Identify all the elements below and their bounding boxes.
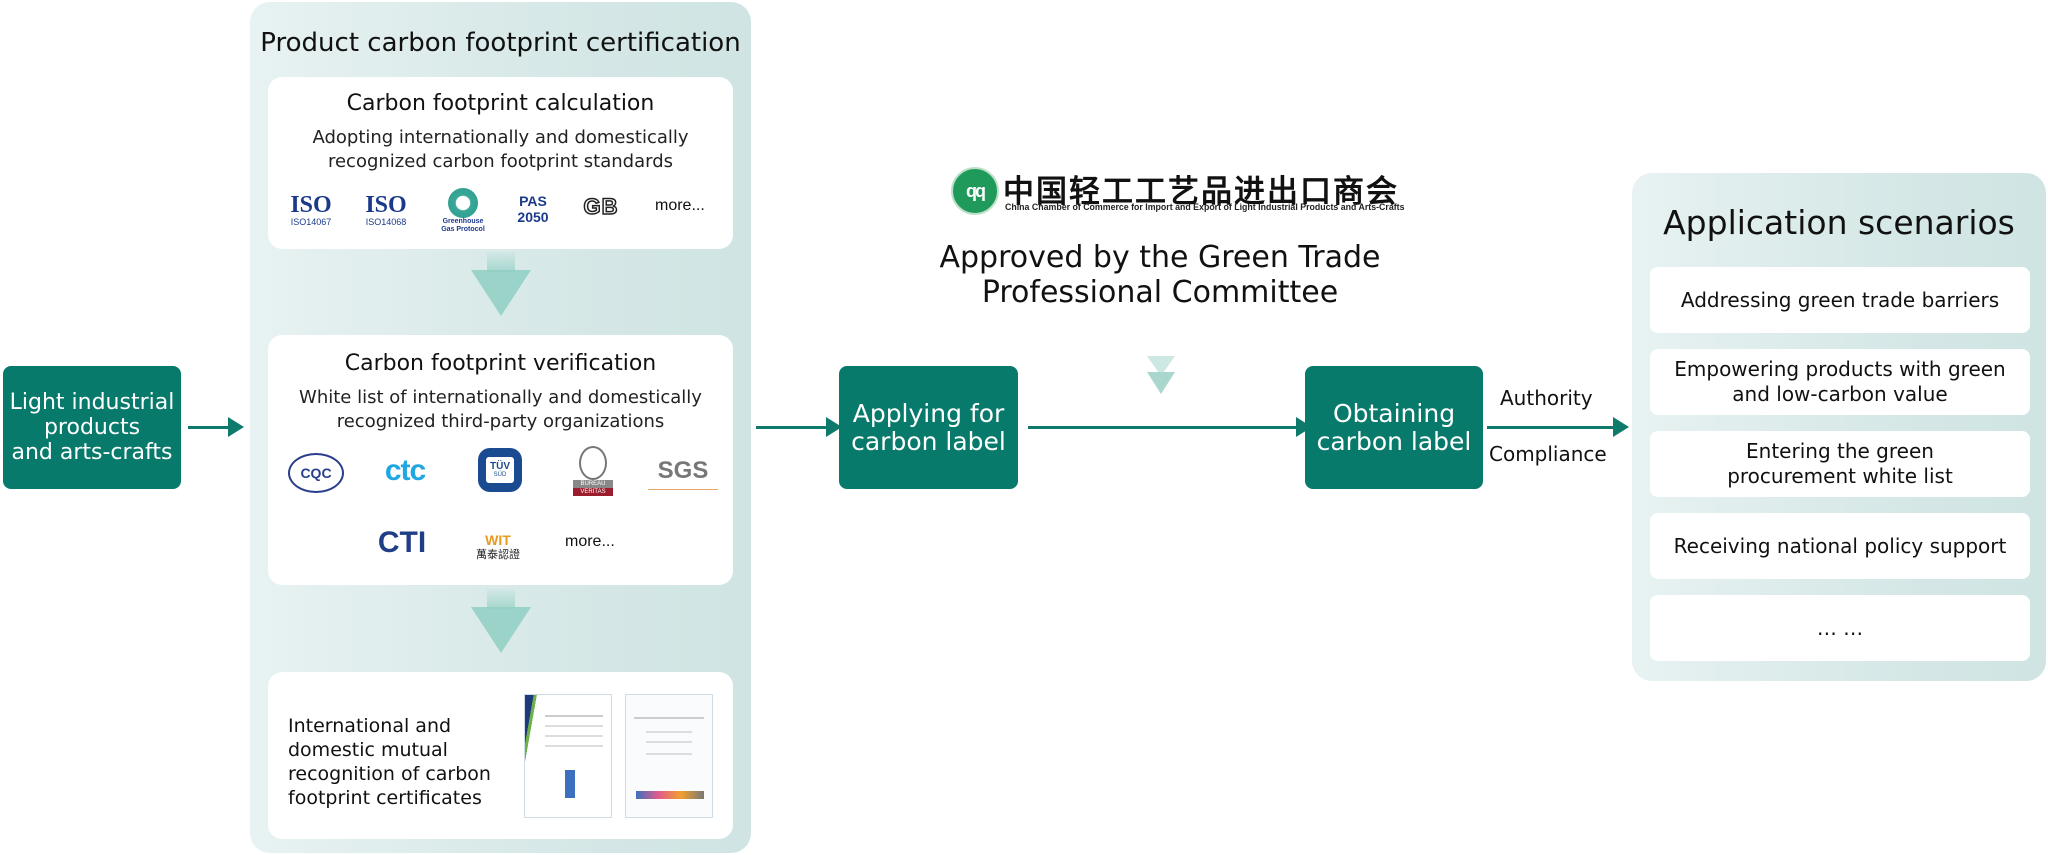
bureau-veritas-logo: BUREAU VERITAS [573, 445, 613, 497]
scenario-line: Receiving national policy support [1673, 533, 2007, 558]
wit-cn-text: 萬泰認證 [476, 549, 520, 561]
double-chevron-down-icon [1143, 356, 1179, 398]
obtaining-label-line: Obtaining [1332, 398, 1456, 428]
recognition-card: International and domestic mutual recogn… [268, 672, 733, 839]
arrow-cert-to-applying [756, 426, 828, 429]
verification-title: Carbon footprint verification [344, 351, 657, 376]
input-label-line: Light industrial [9, 390, 175, 415]
bv-bureau: BUREAU [573, 480, 613, 488]
sud-text: SÜD [493, 472, 507, 478]
subtitle-line: White list of internationally and domest… [299, 387, 702, 408]
gb-logo: GB [578, 192, 624, 222]
subtitle-line: recognized carbon footprint standards [327, 151, 674, 172]
arrow-obtaining-to-scenarios [1487, 426, 1617, 429]
obtaining-carbon-label-box: Obtaining carbon label [1305, 366, 1483, 489]
recognition-line: domestic mutual [288, 739, 448, 761]
arrow-applying-to-obtaining [1028, 426, 1298, 429]
recognition-line: footprint certificates [288, 787, 482, 809]
cti-certificate-image [524, 694, 612, 818]
approval-line: Approved by the Green Trade [939, 240, 1381, 275]
calculation-more-link[interactable]: more... [655, 197, 705, 215]
applying-label-line: Applying for [852, 398, 1005, 428]
approval-text: Approved by the Green Trade Professional… [910, 240, 1410, 310]
arrow-head-icon [1613, 417, 1629, 437]
gb-text: GB [583, 193, 619, 220]
approval-line: Professional Committee [981, 275, 1339, 310]
obtaining-label-line: carbon label [1316, 426, 1472, 456]
tuv-sud-logo: TÜV SÜD [478, 448, 522, 492]
scenario-line: Entering the green [1746, 439, 1934, 463]
ghg-ring-icon [448, 188, 478, 218]
down-arrow-stem [487, 589, 515, 609]
scenario-item: Addressing green trade barriers [1650, 267, 2030, 333]
ctc-text: ctc [384, 454, 426, 487]
scenario-line: Addressing green trade barriers [1680, 287, 2000, 312]
down-arrow-icon [471, 607, 531, 653]
sgs-logo: SGS [648, 453, 718, 490]
calculation-subtitle: Adopting internationally and domesticall… [268, 126, 733, 174]
input-label-line: products [43, 415, 141, 440]
iso-14068-logo: ISO ISO14068 [361, 185, 411, 235]
arrow-head-icon [228, 417, 244, 437]
iso-caption: ISO14067 [290, 217, 332, 227]
scenario-line: and low-carbon value [1732, 382, 1948, 406]
calculation-title: Carbon footprint calculation [346, 91, 655, 116]
tuv-text: TÜV [490, 461, 510, 472]
down-arrow-icon [471, 270, 531, 316]
wit-logo: WIT 萬泰認證 [468, 527, 528, 567]
tuv-inner: TÜV SÜD [486, 457, 514, 483]
pas-text: PAS 2050 [517, 193, 549, 225]
recognition-line: recognition of carbon [288, 763, 491, 785]
edge-label-compliance: Compliance [1489, 442, 1607, 466]
input-products-box: Light industrial products and arts-craft… [3, 366, 181, 489]
certification-panel: Product carbon footprint certification C… [250, 2, 751, 853]
cqc-text: CQC [300, 465, 332, 481]
verification-subtitle: White list of internationally and domest… [268, 386, 733, 434]
pas-2050-logo: PAS 2050 [508, 189, 558, 229]
greenhouse-gas-protocol-logo: Greenhouse Gas Protocol [428, 183, 498, 239]
iso-14067-logo: ISO ISO14067 [286, 185, 336, 235]
ctc-logo: ctc [376, 453, 434, 489]
scenarios-title: Application scenarios [1663, 203, 2015, 242]
scenario-item: Empowering products with green and low-c… [1650, 349, 2030, 415]
down-arrow-stem [487, 252, 515, 272]
ghg-caption: Greenhouse Gas Protocol [441, 218, 485, 233]
applying-label-line: carbon label [851, 426, 1006, 456]
input-label-line: and arts-crafts [11, 440, 173, 465]
chamber-name-en: China Chamber of Commerce for Import and… [1005, 202, 1405, 212]
chamber-logo-icon: qq [951, 167, 999, 215]
bv-seal-icon [579, 446, 607, 480]
cqc-logo: CQC [288, 453, 344, 493]
subtitle-line: recognized third-party organizations [336, 411, 665, 432]
cti-text: CTI [377, 526, 427, 559]
iso-text: ISO [290, 192, 332, 218]
verification-more-link[interactable]: more... [565, 533, 615, 551]
wit-text: WIT [485, 532, 511, 548]
bv-veritas: VERITAS [573, 488, 613, 496]
scenario-item: Receiving national policy support [1650, 513, 2030, 579]
sgs-text: SGS [657, 457, 709, 484]
subtitle-line: Adopting internationally and domesticall… [312, 127, 689, 148]
iso-caption: ISO14068 [365, 217, 407, 227]
arrow-input-to-cert [188, 426, 230, 429]
scenario-line: procurement white list [1727, 464, 1953, 488]
recognition-text: International and domestic mutual recogn… [288, 714, 491, 810]
scenario-item: Entering the green procurement white lis… [1650, 431, 2030, 497]
verification-card: Carbon footprint verification White list… [268, 335, 733, 585]
iso-text: ISO [365, 192, 407, 218]
cti-logo: CTI [376, 523, 428, 563]
certification-title: Product carbon footprint certification [260, 28, 741, 58]
scenario-item: … … [1650, 595, 2030, 661]
scenario-line: Empowering products with green [1674, 357, 2006, 381]
applying-carbon-label-box: Applying for carbon label [839, 366, 1018, 489]
edge-label-authority: Authority [1500, 386, 1593, 410]
sgs-certificate-image [625, 694, 713, 818]
calculation-card: Carbon footprint calculation Adopting in… [268, 77, 733, 249]
scenarios-panel: Application scenarios Addressing green t… [1632, 173, 2046, 681]
scenario-line: … … [1816, 615, 1864, 640]
recognition-line: International and [288, 715, 452, 737]
